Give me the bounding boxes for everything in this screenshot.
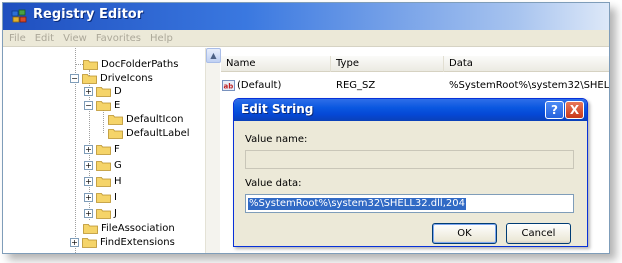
row-data: %SystemRoot%\system32\SHEL: [449, 79, 610, 91]
folder-icon: [96, 192, 111, 203]
svg-text:ab: ab: [224, 82, 234, 90]
value-name-field[interactable]: [245, 150, 574, 169]
expand-icon[interactable]: +: [84, 86, 93, 96]
column-header-name[interactable]: Name: [221, 56, 331, 72]
expand-icon[interactable]: +: [84, 192, 93, 202]
tree-item-j[interactable]: + J: [84, 207, 117, 219]
window-title: Registry Editor: [33, 7, 144, 22]
collapse-icon[interactable]: −: [70, 73, 79, 83]
column-header-type[interactable]: Type: [331, 56, 444, 72]
cancel-button[interactable]: Cancel: [506, 223, 571, 244]
value-name-label: Value name:: [245, 134, 308, 145]
dialog-title-bar[interactable]: Edit String ? X: [234, 99, 587, 121]
key-tree[interactable]: DocFolderPaths − DriveIcons + D − E Defa…: [3, 48, 220, 253]
folder-icon: [108, 128, 123, 139]
menu-edit[interactable]: Edit: [35, 33, 54, 44]
tree-item-defaulticon[interactable]: DefaultIcon: [108, 113, 183, 125]
scroll-up-icon[interactable]: ▲: [206, 48, 221, 63]
title-bar[interactable]: Registry Editor: [3, 3, 609, 30]
menu-file[interactable]: File: [9, 33, 26, 44]
ok-button[interactable]: OK: [432, 223, 497, 244]
registry-editor-icon: [11, 9, 27, 23]
folder-icon: [108, 114, 123, 125]
folder-icon: [96, 144, 111, 155]
tree-item-defaultlabel[interactable]: DefaultLabel: [108, 127, 190, 139]
tree-item-fileassociation[interactable]: FileAssociation: [83, 222, 175, 234]
string-value-icon: ab: [222, 79, 235, 91]
value-data-text[interactable]: %SystemRoot%\system32\SHELL32.dll,204: [248, 198, 466, 210]
tree-item-driveicons[interactable]: − DriveIcons: [70, 72, 153, 84]
tree-item-e[interactable]: − E: [84, 99, 120, 111]
tree-item-g[interactable]: + G: [84, 159, 122, 171]
menu-favorites[interactable]: Favorites: [96, 33, 141, 44]
list-header: Name Type Data: [221, 56, 609, 72]
menu-bar: File Edit View Favorites Help: [3, 30, 609, 47]
menu-help[interactable]: Help: [150, 33, 173, 44]
expand-icon[interactable]: +: [84, 176, 93, 186]
value-name-input[interactable]: [246, 151, 573, 168]
value-data-field[interactable]: %SystemRoot%\system32\SHELL32.dll,204: [245, 194, 574, 213]
tree-item-i[interactable]: + I: [84, 191, 117, 203]
tree-item-h[interactable]: + H: [84, 175, 122, 187]
dialog-title: Edit String: [241, 102, 314, 116]
list-row[interactable]: ab (Default) REG_SZ %SystemRoot%\system3…: [221, 78, 610, 92]
help-icon[interactable]: ?: [545, 101, 564, 119]
expand-icon[interactable]: +: [70, 237, 79, 247]
folder-icon: [96, 160, 111, 171]
folder-icon: [83, 59, 98, 70]
tree-item-docfolderpaths[interactable]: DocFolderPaths: [83, 58, 178, 70]
tree-item-findextensions[interactable]: + FindExtensions: [70, 236, 175, 248]
folder-icon: [96, 86, 111, 97]
registry-editor-window: Registry Editor File Edit View Favorites…: [2, 2, 610, 254]
tree-scrollbar[interactable]: ▲: [205, 48, 221, 253]
row-type: REG_SZ: [336, 79, 376, 91]
tree-guide-line: [103, 108, 104, 133]
folder-open-icon: [82, 73, 97, 84]
value-data-label: Value data:: [245, 178, 302, 189]
expand-icon[interactable]: +: [84, 160, 93, 170]
folder-open-icon: [96, 100, 111, 111]
row-name: (Default): [237, 79, 282, 91]
folder-icon: [82, 237, 97, 248]
folder-icon: [96, 176, 111, 187]
menu-view[interactable]: View: [63, 33, 87, 44]
folder-icon: [83, 223, 98, 234]
expand-icon[interactable]: +: [84, 208, 93, 218]
column-header-data[interactable]: Data: [444, 56, 609, 72]
folder-icon: [96, 208, 111, 219]
tree-item-d[interactable]: + D: [84, 85, 122, 97]
tree-item-f[interactable]: + F: [84, 143, 120, 155]
expand-icon[interactable]: +: [84, 144, 93, 154]
collapse-icon[interactable]: −: [84, 100, 93, 110]
close-icon[interactable]: X: [565, 101, 584, 119]
edit-string-dialog: Edit String ? X Value name: Value data: …: [233, 98, 588, 247]
